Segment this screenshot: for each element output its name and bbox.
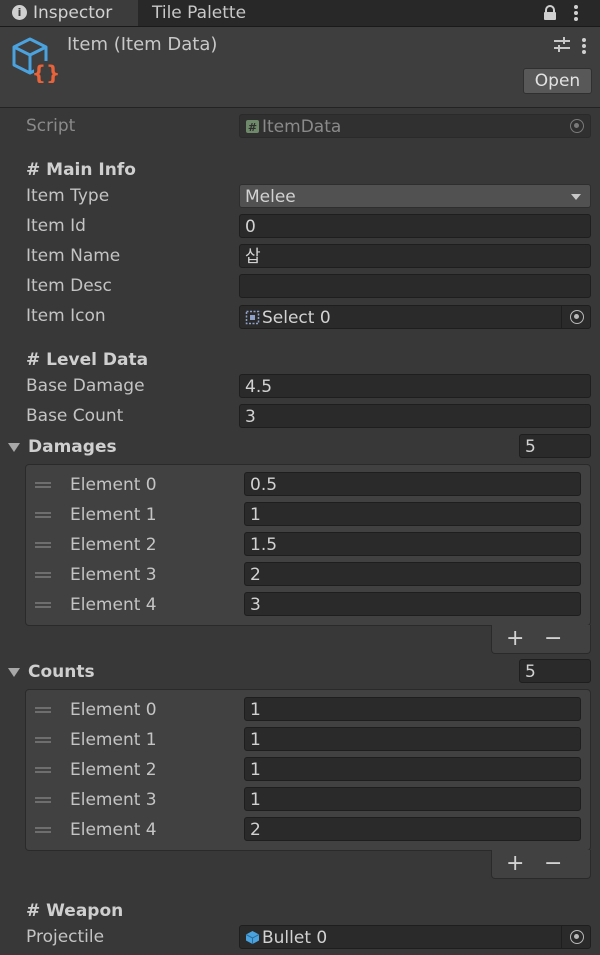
item-name-field[interactable]: 삽 [239,244,591,268]
svg-text:{}: {} [32,61,58,83]
damages-add-remove-bar: + − [491,625,591,654]
counts-element-label: Element 1 [70,730,157,750]
inspector-header: {} Item (Item Data) Open [0,27,600,108]
script-field: # ItemData [239,114,591,138]
drag-handle-icon[interactable] [35,482,51,488]
damages-element-field[interactable]: 1 [244,502,581,526]
csharp-script-icon: # [246,120,259,134]
damages-element-label: Element 3 [70,565,157,585]
remove-element-button[interactable]: − [544,625,562,653]
drag-handle-icon[interactable] [35,767,51,773]
item-icon-label: Item Icon [26,306,106,326]
object-picker-icon[interactable] [570,930,584,944]
drag-handle-icon[interactable] [35,542,51,548]
script-label: Script [26,116,76,136]
damages-element-label: Element 1 [70,505,157,525]
tab-tile-palette-label: Tile Palette [152,3,247,23]
info-icon: i [12,5,27,20]
dropdown-caret-icon [571,194,581,200]
base-count-field[interactable]: 3 [239,404,591,428]
damages-element-label: Element 0 [70,475,157,495]
tab-inspector[interactable]: i Inspector [0,0,138,26]
weapon-heading: # Weapon [26,901,124,921]
projectile-value: Bullet 0 [262,928,328,948]
damages-element-label: Element 4 [70,595,157,615]
script-value: ItemData [262,117,342,137]
field-separator [561,926,562,948]
counts-list: Element 0 1 Element 1 1 Element 2 1 Elem… [25,689,591,851]
counts-element-label: Element 0 [70,700,157,720]
counts-element-label: Element 2 [70,760,157,780]
tab-tile-palette[interactable]: Tile Palette [138,0,278,26]
counts-element-field[interactable]: 1 [244,697,581,721]
counts-element-field[interactable]: 1 [244,727,581,751]
item-type-value: Melee [245,187,296,207]
lock-icon[interactable] [542,5,558,21]
damages-element-field[interactable]: 1.5 [244,532,581,556]
counts-element-field[interactable]: 1 [244,787,581,811]
counts-element-field[interactable]: 2 [244,817,581,841]
component-menu-icon[interactable] [579,36,589,56]
item-type-dropdown[interactable]: Melee [239,184,591,208]
counts-element-label: Element 3 [70,790,157,810]
counts-label[interactable]: Counts [28,662,95,682]
object-picker-icon [570,119,584,133]
svg-text:#: # [248,121,257,134]
counts-add-remove-bar: + − [491,850,591,879]
add-element-button[interactable]: + [506,850,524,878]
damages-element-field[interactable]: 3 [244,592,581,616]
counts-foldout-arrow-icon[interactable] [8,668,20,677]
counts-size-field[interactable]: 5 [519,659,591,683]
counts-element-label: Element 4 [70,820,157,840]
tab-bar: i Inspector Tile Palette [0,0,600,27]
item-desc-label: Item Desc [26,276,112,296]
scriptable-object-icon: {} [12,37,58,83]
add-element-button[interactable]: + [506,625,524,653]
drag-handle-icon[interactable] [35,707,51,713]
drag-handle-icon[interactable] [35,572,51,578]
item-icon-field[interactable]: Select 0 [239,305,591,329]
main-info-heading: # Main Info [26,160,136,180]
object-picker-icon[interactable] [570,310,584,324]
item-desc-field[interactable] [239,274,591,298]
prefab-icon [245,931,260,944]
preset-settings-icon[interactable] [553,36,571,54]
drag-handle-icon[interactable] [35,602,51,608]
item-type-label: Item Type [26,186,110,206]
item-id-label: Item Id [26,216,86,236]
damages-size-field[interactable]: 5 [519,434,591,458]
damages-foldout-arrow-icon[interactable] [8,443,20,452]
remove-element-button[interactable]: − [544,850,562,878]
projectile-field[interactable]: Bullet 0 [239,925,591,949]
item-icon-value: Select 0 [262,308,331,328]
drag-handle-icon[interactable] [35,827,51,833]
more-menu-icon[interactable] [571,3,581,23]
projectile-label: Projectile [26,927,105,947]
object-title: Item (Item Data) [67,34,218,55]
drag-handle-icon[interactable] [35,737,51,743]
drag-handle-icon[interactable] [35,512,51,518]
item-name-label: Item Name [26,246,121,266]
damages-element-field[interactable]: 0.5 [244,472,581,496]
damages-element-label: Element 2 [70,535,157,555]
damages-label[interactable]: Damages [28,437,117,457]
counts-element-field[interactable]: 1 [244,757,581,781]
level-data-heading: # Level Data [26,350,149,370]
tab-inspector-label: Inspector [33,3,113,23]
sprite-icon [245,310,260,325]
damages-element-field[interactable]: 2 [244,562,581,586]
field-separator [561,306,562,328]
base-count-label: Base Count [26,406,124,426]
open-button[interactable]: Open [523,68,592,94]
base-damage-field[interactable]: 4.5 [239,374,591,398]
base-damage-label: Base Damage [26,376,145,396]
drag-handle-icon[interactable] [35,797,51,803]
damages-list: Element 0 0.5 Element 1 1 Element 2 1.5 … [25,464,591,626]
item-id-field[interactable]: 0 [239,214,591,238]
